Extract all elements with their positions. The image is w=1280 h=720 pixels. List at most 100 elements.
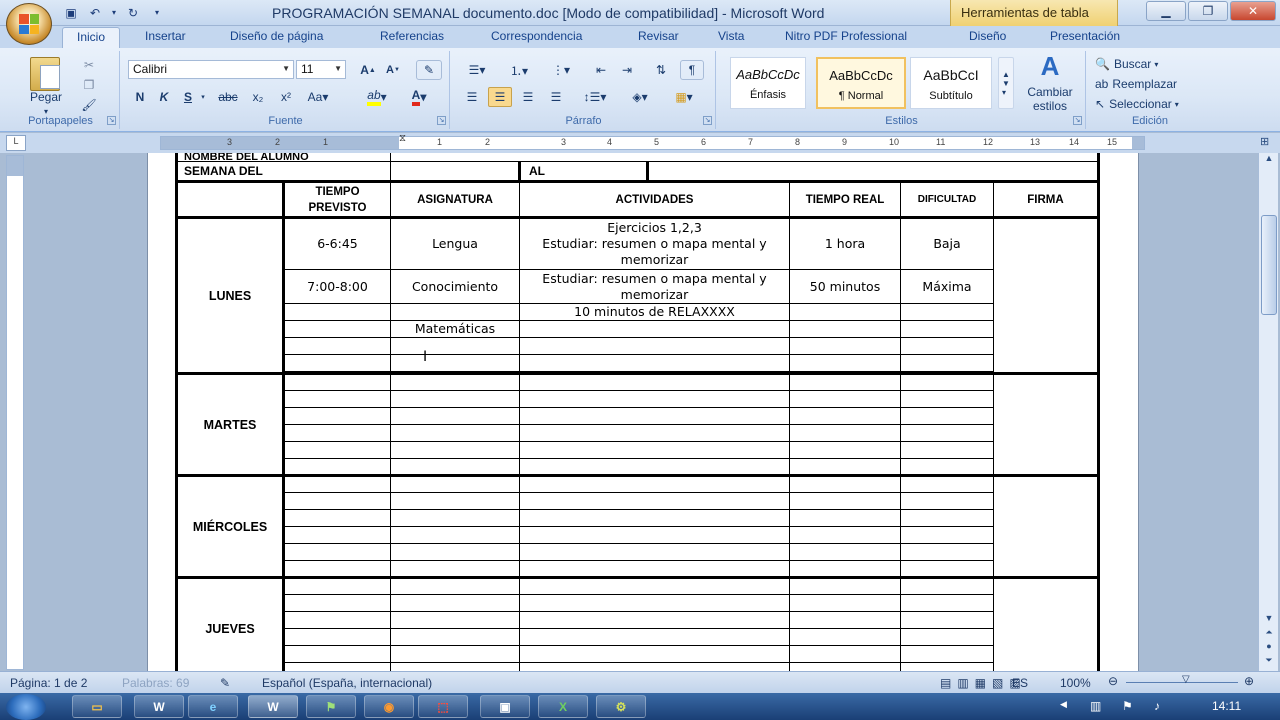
- cell-empty[interactable]: [900, 407, 994, 425]
- tab-vista[interactable]: Vista: [718, 29, 744, 43]
- cell-empty[interactable]: [789, 474, 901, 493]
- font-size-combo[interactable]: 11 ▼: [296, 60, 346, 79]
- tab-referencias[interactable]: Referencias: [380, 29, 444, 43]
- cell-empty[interactable]: [900, 526, 994, 544]
- cell-empty[interactable]: [900, 576, 994, 595]
- cell-empty[interactable]: [789, 509, 901, 527]
- cell-empty[interactable]: [900, 509, 994, 527]
- cell-empty[interactable]: [900, 441, 994, 459]
- cell-asignatura[interactable]: [390, 303, 520, 321]
- cell-empty[interactable]: [283, 407, 391, 425]
- vertical-scrollbar[interactable]: ▲ ▼ ⏶ ● ⏷: [1258, 153, 1278, 671]
- numbering-icon[interactable]: ⒈▾: [502, 60, 536, 80]
- undo-icon[interactable]: ↶: [86, 4, 104, 22]
- cell-empty[interactable]: [519, 543, 790, 561]
- cell-empty[interactable]: [283, 492, 391, 510]
- tab-revisar[interactable]: Revisar: [638, 29, 679, 43]
- cell-empty[interactable]: [283, 628, 391, 646]
- cell-firma[interactable]: [993, 576, 1100, 671]
- cell-firma[interactable]: [993, 216, 1100, 374]
- word-doc-taskbar-icon[interactable]: W: [248, 695, 298, 718]
- cell-empty[interactable]: [789, 611, 901, 629]
- tab-inicio[interactable]: Inicio: [62, 27, 121, 48]
- cut-icon[interactable]: ✂: [78, 55, 100, 75]
- page-count[interactable]: Página: 1 de 2: [10, 676, 87, 690]
- maximize-button[interactable]: ❐: [1188, 1, 1228, 21]
- shading-icon[interactable]: ◈▾: [622, 87, 658, 107]
- zoom-thumb-icon[interactable]: ▽: [1182, 674, 1190, 685]
- close-button[interactable]: ✕: [1230, 1, 1276, 21]
- cell-empty[interactable]: [900, 337, 994, 355]
- cell-empty[interactable]: [900, 628, 994, 646]
- weekly-schedule-table[interactable]: NOMBRE DEL ALUMNO SEMANA DEL AL TIEMPO P…: [175, 153, 1100, 671]
- document-area[interactable]: NOMBRE DEL ALUMNO SEMANA DEL AL TIEMPO P…: [28, 153, 1256, 671]
- paste-icon[interactable]: [30, 57, 60, 91]
- cell-empty[interactable]: [283, 543, 391, 561]
- increase-indent-icon[interactable]: ⇥: [616, 60, 638, 80]
- cell-empty[interactable]: [390, 372, 520, 391]
- decrease-indent-icon[interactable]: ⇤: [590, 60, 612, 80]
- cell-empty[interactable]: [390, 576, 520, 595]
- redo-icon[interactable]: ↻: [124, 4, 142, 22]
- customize-qat-icon[interactable]: ▾: [148, 4, 166, 22]
- tab-nitro-pdf[interactable]: Nitro PDF Professional: [785, 29, 907, 43]
- cell-empty[interactable]: [900, 458, 994, 476]
- paragraph-launcher-icon[interactable]: ↘: [703, 116, 712, 125]
- cell-empty[interactable]: [789, 372, 901, 391]
- multilevel-list-icon[interactable]: ⋮▾: [544, 60, 578, 80]
- underline-dropdown-icon[interactable]: ▾: [198, 87, 208, 107]
- cell-dificultad[interactable]: Baja: [900, 216, 994, 270]
- cell-empty[interactable]: [789, 594, 901, 612]
- cell-empty[interactable]: [900, 424, 994, 442]
- cell-empty[interactable]: [900, 372, 994, 391]
- cell-empty[interactable]: [390, 492, 520, 510]
- cell-empty[interactable]: [900, 662, 994, 671]
- cell-empty[interactable]: [519, 337, 790, 355]
- cell-empty[interactable]: [519, 458, 790, 476]
- start-button[interactable]: [6, 694, 46, 720]
- cell-empty[interactable]: [283, 509, 391, 527]
- cell-empty[interactable]: [283, 576, 391, 595]
- cell-dificultad[interactable]: Máxima: [900, 269, 994, 304]
- clear-format-icon[interactable]: ✎: [416, 60, 442, 80]
- cell-empty[interactable]: [283, 594, 391, 612]
- cell-empty[interactable]: [283, 662, 391, 671]
- tool-taskbar-icon[interactable]: ⚙: [596, 695, 646, 718]
- cell-empty[interactable]: [390, 628, 520, 646]
- cell-tiempo[interactable]: 6-6:45: [283, 216, 391, 270]
- format-painter-icon[interactable]: 🖌: [78, 95, 100, 115]
- cell-actividades[interactable]: Estudiar: resumen o mapa mental y memori…: [519, 269, 790, 304]
- week-to-cell[interactable]: [647, 161, 1100, 182]
- cell-dificultad[interactable]: [900, 303, 994, 321]
- cell-empty[interactable]: [789, 628, 901, 646]
- cell-empty[interactable]: [789, 390, 901, 408]
- highlight-icon[interactable]: ab ▾: [362, 87, 392, 107]
- cell-empty[interactable]: [390, 509, 520, 527]
- indent-marker-icon[interactable]: ⧖: [399, 133, 406, 144]
- cell-empty[interactable]: [390, 662, 520, 671]
- excel-taskbar-icon[interactable]: X: [538, 695, 588, 718]
- style-enfasis[interactable]: AaBbCcDc Énfasis: [730, 57, 806, 109]
- show-marks-icon[interactable]: ¶: [680, 60, 704, 80]
- vertical-ruler[interactable]: [6, 155, 24, 670]
- borders-icon[interactable]: ▦ ▾: [664, 87, 704, 107]
- calendar-taskbar-icon[interactable]: ▣: [480, 695, 530, 718]
- cell-empty[interactable]: [283, 372, 391, 391]
- superscript-icon[interactable]: x²: [274, 87, 298, 107]
- cell-empty[interactable]: [390, 526, 520, 544]
- cell-empty[interactable]: [519, 594, 790, 612]
- tab-selector-icon[interactable]: L: [6, 135, 26, 151]
- cell-firma[interactable]: [993, 474, 1100, 578]
- undo-dropdown-icon[interactable]: ▾: [110, 4, 118, 22]
- spellcheck-icon[interactable]: ✎: [220, 676, 230, 690]
- page[interactable]: NOMBRE DEL ALUMNO SEMANA DEL AL TIEMPO P…: [147, 153, 1139, 671]
- replace-button[interactable]: ab Reemplazar: [1094, 74, 1208, 94]
- styles-launcher-icon[interactable]: ↘: [1073, 116, 1082, 125]
- cell-empty[interactable]: [519, 441, 790, 459]
- cell-empty[interactable]: [283, 424, 391, 442]
- cell-empty[interactable]: [390, 424, 520, 442]
- cell-tiempo[interactable]: [283, 320, 391, 338]
- cell-empty[interactable]: [390, 458, 520, 476]
- cell-empty[interactable]: [789, 543, 901, 561]
- network-icon[interactable]: ▥: [1090, 699, 1101, 713]
